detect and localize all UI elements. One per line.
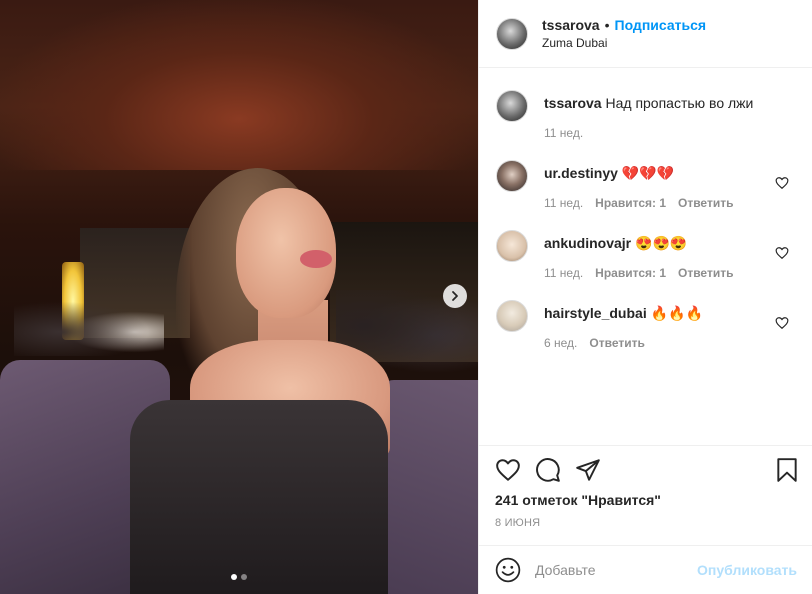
comment-likes[interactable]: Нравится: 1	[595, 194, 666, 212]
post-side-panel: tssarova • Подписаться Zuma Dubai tssaro…	[478, 0, 812, 594]
carousel-dot-active[interactable]	[231, 574, 237, 580]
carousel-dots	[0, 574, 478, 580]
photo-ceiling	[0, 0, 478, 170]
reply-button[interactable]: Ответить	[678, 194, 733, 212]
comments-list: tssarova Над пропастью во лжи 11 нед. ur…	[479, 68, 812, 444]
carousel-next-button[interactable]	[443, 284, 467, 308]
reply-button[interactable]: Ответить	[589, 334, 644, 352]
photo-sofa-right	[378, 380, 478, 594]
post-actions: 241 отметок "Нравится" 8 ИЮНЯ	[479, 445, 812, 545]
carousel-dot[interactable]	[241, 574, 247, 580]
commenter-avatar[interactable]	[496, 300, 528, 332]
photo-dress	[130, 400, 388, 594]
like-heart-icon[interactable]	[495, 457, 521, 483]
commenter-avatar[interactable]	[496, 230, 528, 262]
follow-button[interactable]: Подписаться	[615, 16, 707, 34]
post-modal: tssarova • Подписаться Zuma Dubai tssaro…	[0, 0, 812, 594]
comment-bubble-icon[interactable]	[535, 457, 561, 483]
comment-time[interactable]: 11 нед.	[544, 264, 583, 282]
likes-count[interactable]: 241 отметок "Нравится"	[495, 492, 661, 508]
caption-username[interactable]: tssarova	[544, 95, 602, 111]
post-photo	[0, 0, 478, 594]
chevron-right-icon	[452, 291, 458, 301]
reply-button[interactable]: Ответить	[678, 264, 733, 282]
comment-text: 😍😍😍	[635, 235, 688, 251]
add-comment-bar: Опубликовать	[479, 545, 812, 594]
commenter-avatar[interactable]	[496, 160, 528, 192]
post-location[interactable]: Zuma Dubai	[542, 34, 706, 52]
comment-time[interactable]: 6 нед.	[544, 334, 577, 352]
post-date[interactable]: 8 ИЮНЯ	[495, 517, 540, 529]
author-avatar[interactable]	[496, 90, 528, 122]
comment-username[interactable]: ankudinovajr	[544, 235, 631, 251]
comment-username[interactable]: hairstyle_dubai	[544, 305, 647, 321]
comment-time[interactable]: 11 нед.	[544, 194, 583, 212]
like-comment-heart-icon[interactable]	[775, 246, 789, 260]
author-avatar[interactable]	[496, 17, 528, 50]
share-paper-plane-icon[interactable]	[575, 457, 601, 483]
comment-text: 🔥🔥🔥	[650, 305, 703, 321]
publish-button[interactable]: Опубликовать	[697, 562, 797, 578]
comment-text: 💔💔💔	[621, 165, 675, 181]
comment-username[interactable]: ur.destinyy	[544, 165, 618, 181]
comment-likes[interactable]: Нравится: 1	[595, 264, 666, 282]
comment-input[interactable]	[535, 562, 695, 578]
separator-bullet: •	[604, 16, 610, 33]
bookmark-icon[interactable]	[774, 457, 800, 483]
like-comment-heart-icon[interactable]	[775, 316, 789, 330]
post-header: tssarova • Подписаться Zuma Dubai	[479, 0, 812, 68]
caption-time[interactable]: 11 нед.	[544, 124, 583, 142]
photo-background-people	[14, 296, 164, 356]
emoji-icon[interactable]	[495, 557, 521, 583]
caption-text: Над пропастью во лжи	[605, 95, 754, 111]
photo-lips	[300, 250, 332, 268]
author-username[interactable]: tssarova	[542, 16, 600, 34]
like-comment-heart-icon[interactable]	[775, 176, 789, 190]
